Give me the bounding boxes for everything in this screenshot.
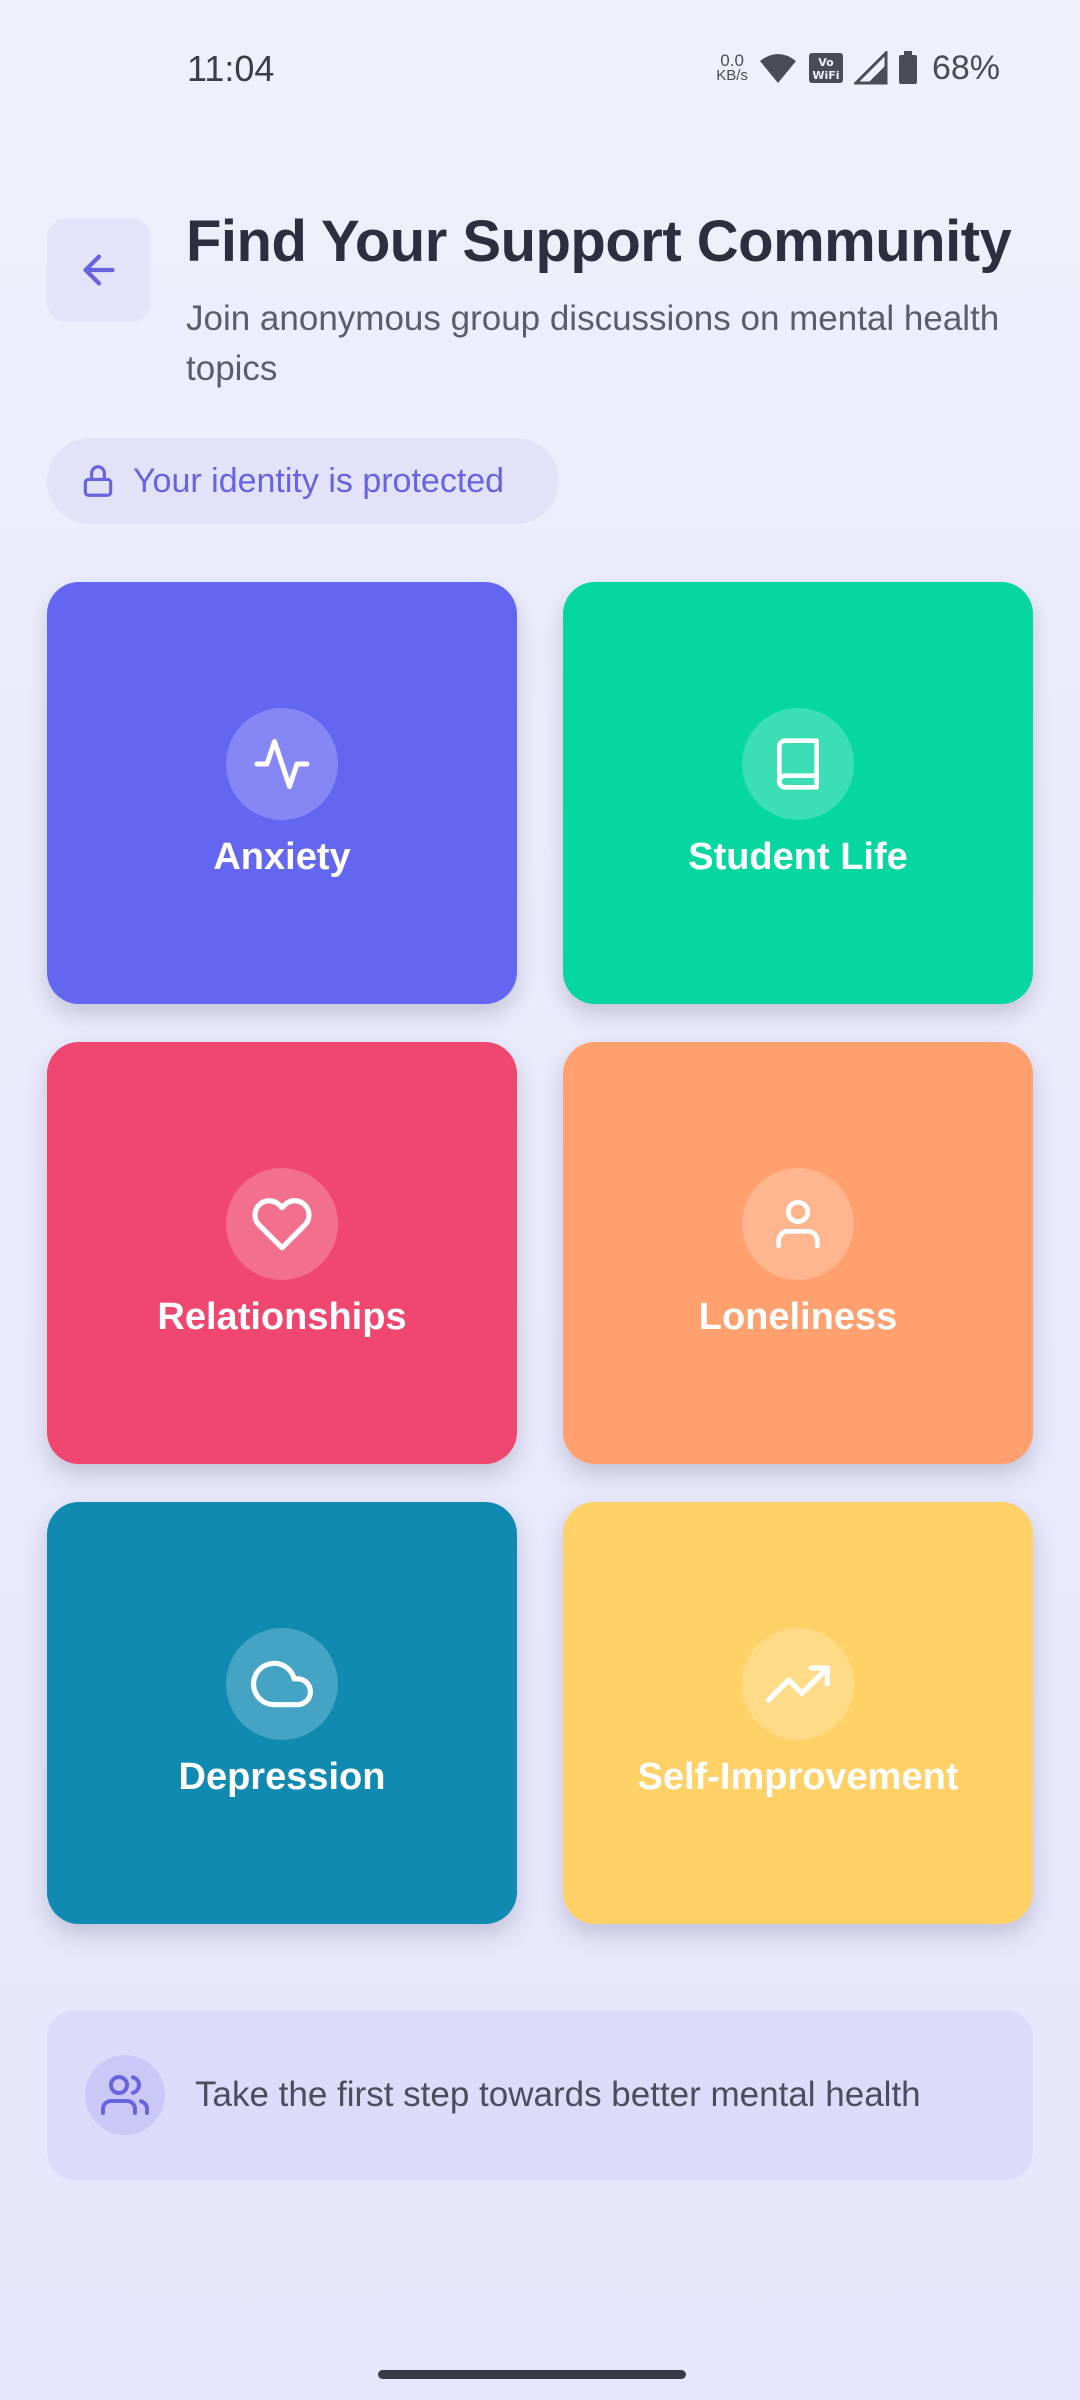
card-icon-container [226,1167,338,1280]
back-button[interactable] [47,218,151,322]
community-card-self-improvement[interactable]: Self-Improvement [563,1502,1033,1924]
card-icon-container [226,1627,338,1740]
community-label: Relationships [157,1295,407,1338]
community-card-depression[interactable]: Depression [47,1502,517,1924]
lock-icon [83,465,113,497]
battery-icon [898,51,917,84]
home-indicator[interactable] [378,2370,686,2379]
card-icon-container [742,1627,854,1740]
community-label: Loneliness [698,1295,898,1338]
status-time: 11:04 [187,48,275,89]
users-icon [101,2075,149,2115]
network-speed-unit: KB/s [716,67,748,84]
encouragement-text: Take the first step towards better menta… [195,2075,921,2114]
community-card-anxiety[interactable]: Anxiety [47,582,517,1004]
encouragement-banner: Take the first step towards better menta… [47,2010,1033,2180]
svg-text:WiFi: WiFi [812,69,839,82]
svg-text:Vo: Vo [818,56,834,69]
network-speed-value: 0.0 [720,51,744,70]
trending-up-icon [766,1664,830,1703]
community-card-student-life[interactable]: Student Life [563,582,1033,1004]
wifi-icon [759,54,796,83]
community-label: Student Life [688,835,908,878]
page-title: Find Your Support Community [186,209,1012,274]
status-icons: 0.0 KB/s Vo WiFi 68% [716,46,1000,90]
cloud-icon [251,1660,313,1707]
status-bar: 11:04 0.0 KB/s Vo WiFi 68% [0,0,1080,140]
community-card-relationships[interactable]: Relationships [47,1042,517,1464]
community-label: Self-Improvement [637,1755,959,1798]
vowifi-icon: Vo WiFi [808,53,843,83]
card-icon-container [226,707,338,820]
user-icon [776,1199,820,1248]
card-icon-container [742,1167,854,1280]
book-icon [777,737,819,790]
heart-icon [252,1197,312,1250]
community-label: Depression [178,1755,386,1798]
identity-protected-badge: Your identity is protected [47,438,559,524]
community-card-loneliness[interactable]: Loneliness [563,1042,1033,1464]
community-label: Anxiety [213,835,351,878]
network-speed: 0.0 KB/s [716,51,748,84]
footer-icon-container [85,2055,165,2135]
page-subtitle: Join anonymous group discussions on ment… [186,299,1000,388]
signal-icon [853,51,888,85]
card-icon-container [742,707,854,820]
arrow-left-icon [83,254,115,286]
identity-protected-label: Your identity is protected [133,461,505,500]
activity-icon [254,738,310,789]
battery-percentage: 68% [931,48,1000,87]
community-grid: Anxiety Student Life Relationships Lonel… [47,582,1033,1924]
